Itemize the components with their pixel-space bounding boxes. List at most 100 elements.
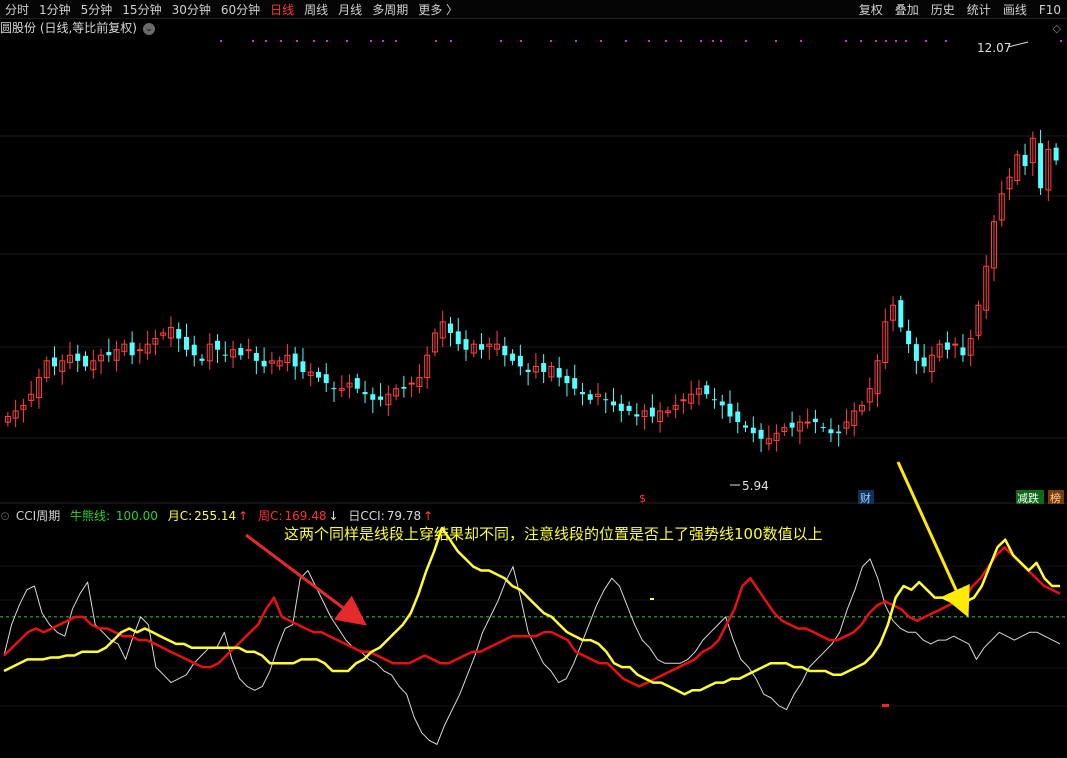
candle-body-down — [1053, 147, 1059, 161]
tool-button-3[interactable]: 统计 — [961, 1, 997, 18]
period-tab-1[interactable]: 1分钟 — [34, 1, 76, 18]
tool-button-4[interactable]: 画线 — [997, 1, 1033, 18]
period-tab-4[interactable]: 30分钟 — [167, 1, 216, 18]
candle-body-down — [222, 354, 228, 356]
candle-body-down — [183, 336, 189, 350]
candle-body-down — [906, 330, 912, 345]
candle-body-down — [812, 418, 818, 423]
signal-dot — [845, 40, 847, 42]
month-cci-value: 255.14 — [194, 509, 237, 523]
candle-body-down — [75, 353, 81, 361]
chevron-down-icon[interactable]: ⌄ — [143, 22, 155, 35]
indicator-legend: ⊙ CCI周期 牛熊线: 100.00 月C: 255.14 ↑ 周C: 169.48… — [0, 507, 435, 523]
signal-dot — [265, 40, 267, 42]
signal-dot — [395, 40, 397, 42]
signal-dot — [775, 40, 777, 42]
candle-body-down — [378, 396, 384, 400]
candle-body-down — [106, 351, 112, 356]
high-price-label: 12.07 — [977, 41, 1011, 55]
candle-body-down — [199, 358, 205, 361]
signal-dot — [895, 40, 897, 42]
indicator-bullet-icon: ⊙ — [0, 509, 11, 523]
candle-body-down — [51, 357, 57, 367]
signal-dot — [520, 40, 522, 42]
candle-body-down — [215, 340, 221, 350]
candle-body-up — [952, 343, 959, 346]
candle-body-down — [323, 374, 329, 384]
candle-body-down — [789, 422, 795, 428]
candle-body-down — [898, 300, 904, 328]
candle-body-down — [447, 323, 453, 334]
signal-dot — [720, 40, 722, 42]
candle-body-down — [750, 427, 756, 434]
candle-body-down — [261, 360, 267, 367]
finance-marker: 财 — [860, 491, 871, 505]
candle-body-down — [362, 392, 368, 395]
candle-body-down — [743, 425, 749, 428]
candle-body-down — [727, 403, 733, 417]
candle-body-down — [758, 429, 764, 439]
candle-body-down — [1038, 143, 1044, 189]
signal-dot — [220, 40, 222, 42]
signal-dot — [500, 40, 502, 42]
tool-button-5[interactable]: F10 — [1033, 3, 1067, 17]
week-cci-value: 169.48 — [284, 509, 327, 523]
candle-body-down — [836, 431, 842, 434]
signal-dot — [252, 40, 254, 42]
candle-body-down — [502, 345, 508, 356]
signal-dot — [885, 40, 887, 42]
candle-body-down — [83, 355, 89, 367]
candle-body-down — [525, 369, 531, 372]
period-tab-8[interactable]: 月线 — [333, 1, 367, 18]
tool-buttons: 复权 叠加 历史 统计 画线 F10 — [853, 1, 1067, 18]
diamond-icon[interactable]: ◇ — [1053, 22, 1061, 35]
period-tab-2[interactable]: 5分钟 — [76, 1, 118, 18]
stock-title-bar: 圆股份 (日线,等比前复权) ⌄ — [0, 19, 155, 37]
candle-body-down — [253, 353, 259, 361]
candle-body-down — [921, 357, 927, 367]
candle-body-down — [354, 378, 360, 389]
period-tab-9[interactable]: 多周期 — [367, 1, 413, 18]
candle-body-down — [820, 427, 826, 429]
up-arrow-icon: ↑ — [423, 509, 434, 523]
candle-body-down — [370, 394, 376, 400]
period-tab-5[interactable]: 60分钟 — [216, 1, 265, 18]
candle-body-down — [331, 388, 337, 390]
tool-button-2[interactable]: 历史 — [925, 1, 961, 18]
tool-button-0[interactable]: 复权 — [853, 1, 889, 18]
candle-body-down — [572, 378, 578, 389]
period-tab-0[interactable]: 分时 — [0, 1, 34, 18]
signal-dot — [800, 40, 802, 42]
kline-chart-area[interactable]: 12.07 5.94 $ 财 减跌 榜这两个同样是线段上穿结果却不同，注意线段的位置是否上… — [0, 0, 1067, 758]
signal-dot — [925, 40, 927, 42]
tool-button-1[interactable]: 叠加 — [889, 1, 925, 18]
indicator-name[interactable]: CCI周期 — [16, 509, 60, 523]
candle-body-down — [704, 385, 710, 395]
signal-dot — [712, 40, 714, 42]
candle-body-down — [129, 342, 135, 356]
signal-dot — [370, 40, 372, 42]
period-tab-10[interactable]: 更多 〉 — [413, 1, 463, 18]
signal-dot — [313, 40, 315, 42]
candle-body-down — [315, 371, 321, 378]
candle-body-down — [626, 405, 632, 411]
signal-dot — [600, 40, 602, 42]
candle-body-up — [804, 421, 811, 424]
period-tab-7[interactable]: 周线 — [299, 1, 333, 18]
candle-body-down — [649, 407, 655, 417]
day-cci-value: 79.78 — [386, 509, 422, 523]
period-tab-3[interactable]: 15分钟 — [117, 1, 166, 18]
period-tab-6[interactable]: 日线 — [265, 1, 299, 18]
candle-body-down — [556, 368, 562, 378]
small-mark — [882, 704, 889, 707]
candle-body-down — [960, 347, 966, 356]
red-annotation-arrow — [245, 533, 367, 626]
signal-dot — [860, 40, 862, 42]
candle-body-down — [401, 387, 407, 389]
signal-dot — [296, 40, 298, 42]
down-arrow-icon: ↓ — [328, 509, 339, 523]
tag-jiandie: 减跌 — [1017, 491, 1039, 505]
toolbar: 分时 1分钟 5分钟 15分钟 30分钟 60分钟 日线 周线 月线 多周期 更多 〉 复权 叠加 历史… — [0, 0, 1067, 19]
signal-dot — [648, 40, 650, 42]
annotation-note: 这两个同样是线段上穿结果却不同，注意线段的位置是否上了强势线100数值以上 — [284, 525, 823, 543]
